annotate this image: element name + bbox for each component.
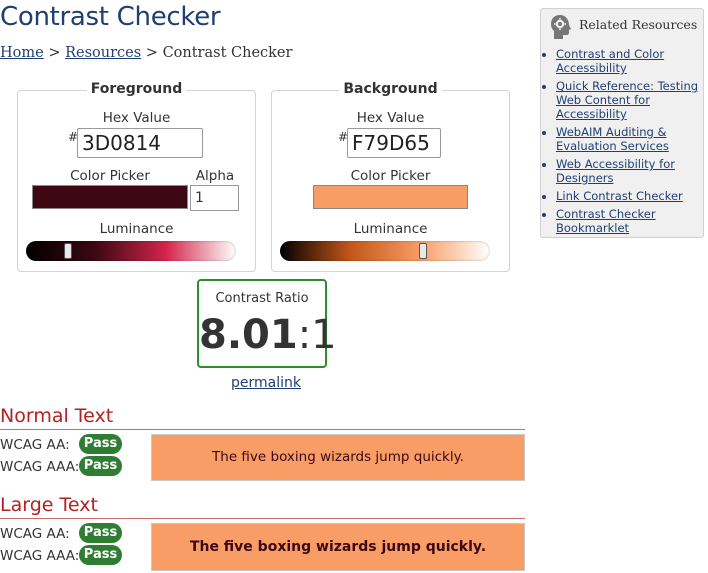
list-item: WebAIM Auditing & Evaluation Services [556, 125, 702, 153]
breadcrumb-separator: > [43, 45, 66, 61]
background-hex-input[interactable]: F79D65 [347, 128, 441, 158]
contrast-ratio-value: 8.01:1 [199, 309, 337, 361]
resource-link[interactable]: Web Accessibility for Designers [556, 157, 675, 185]
background-hex-label: Hex Value [356, 110, 425, 126]
normal-aaa-label: WCAG AAA: [0, 459, 80, 475]
page-title: Contrast Checker [0, 2, 221, 32]
breadcrumb-home-link[interactable]: Home [0, 45, 44, 61]
foreground-heading: Foreground [18, 81, 255, 97]
breadcrumb-separator: > [141, 45, 163, 61]
alpha-label: Alpha [195, 168, 235, 184]
large-aa-pass-badge: Pass [79, 523, 122, 543]
list-item: Contrast Checker Bookmarklet [556, 207, 702, 235]
list-item: Contrast and Color Accessibility [556, 47, 702, 75]
breadcrumb: Home > Resources > Contrast Checker [0, 45, 292, 61]
normal-text-heading: Normal Text [0, 405, 114, 427]
alpha-input[interactable]: 1 [190, 185, 239, 211]
large-text-heading: Large Text [0, 494, 98, 516]
background-luminance-label: Luminance [353, 221, 428, 237]
breadcrumb-resources-link[interactable]: Resources [65, 45, 141, 61]
related-resources-list: Contrast and Color Accessibility Quick R… [545, 47, 702, 239]
background-luminance-thumb[interactable] [418, 243, 427, 259]
background-color-picker[interactable] [313, 185, 468, 209]
background-heading: Background [272, 81, 509, 97]
background-picker-label: Color Picker [350, 168, 431, 184]
large-text-divider [0, 518, 525, 519]
head-gear-icon [550, 14, 572, 40]
large-aa-label: WCAG AA: [0, 526, 70, 542]
resource-link[interactable]: Quick Reference: Testing Web Content for… [556, 79, 698, 121]
foreground-luminance-label: Luminance [99, 221, 174, 237]
list-item: Link Contrast Checker [556, 189, 702, 203]
list-item: Quick Reference: Testing Web Content for… [556, 79, 702, 121]
related-resources-box: Related Resources Contrast and Color Acc… [540, 8, 704, 238]
resource-link[interactable]: Link Contrast Checker [556, 189, 683, 203]
permalink-link[interactable]: permalink [231, 375, 301, 391]
normal-text-divider [0, 429, 525, 430]
contrast-ratio-number: 8.01 [199, 312, 298, 358]
large-aaa-label: WCAG AAA: [0, 548, 80, 564]
large-aaa-pass-badge: Pass [79, 545, 122, 565]
background-panel: Background Hex Value # F79D65 Color Pick… [271, 81, 510, 272]
resource-link[interactable]: Contrast and Color Accessibility [556, 47, 664, 75]
related-resources-heading: Related Resources [579, 17, 698, 32]
resource-link[interactable]: WebAIM Auditing & Evaluation Services [556, 125, 669, 153]
foreground-hex-label: Hex Value [102, 110, 171, 126]
foreground-hex-input[interactable]: 3D0814 [77, 128, 203, 158]
foreground-luminance-thumb[interactable] [64, 243, 72, 259]
background-luminance-slider[interactable] [280, 241, 490, 261]
foreground-picker-label: Color Picker [70, 168, 150, 184]
large-text-sample: The five boxing wizards jump quickly. [151, 523, 525, 571]
normal-aa-label: WCAG AA: [0, 437, 70, 453]
contrast-ratio-box: Contrast Ratio 8.01:1 [197, 279, 337, 368]
normal-aaa-pass-badge: Pass [79, 456, 122, 476]
breadcrumb-current: Contrast Checker [162, 45, 293, 61]
contrast-ratio-suffix: :1 [297, 312, 337, 358]
normal-text-sample: The five boxing wizards jump quickly. [151, 434, 525, 481]
foreground-luminance-slider[interactable] [26, 241, 236, 261]
list-item: Web Accessibility for Designers [556, 157, 702, 185]
contrast-ratio-label: Contrast Ratio [215, 291, 309, 306]
foreground-panel: Foreground Hex Value # 3D0814 Color Pick… [17, 81, 256, 272]
normal-aa-pass-badge: Pass [79, 434, 122, 454]
resource-link[interactable]: Contrast Checker Bookmarklet [556, 207, 656, 235]
foreground-color-picker[interactable] [32, 185, 188, 209]
